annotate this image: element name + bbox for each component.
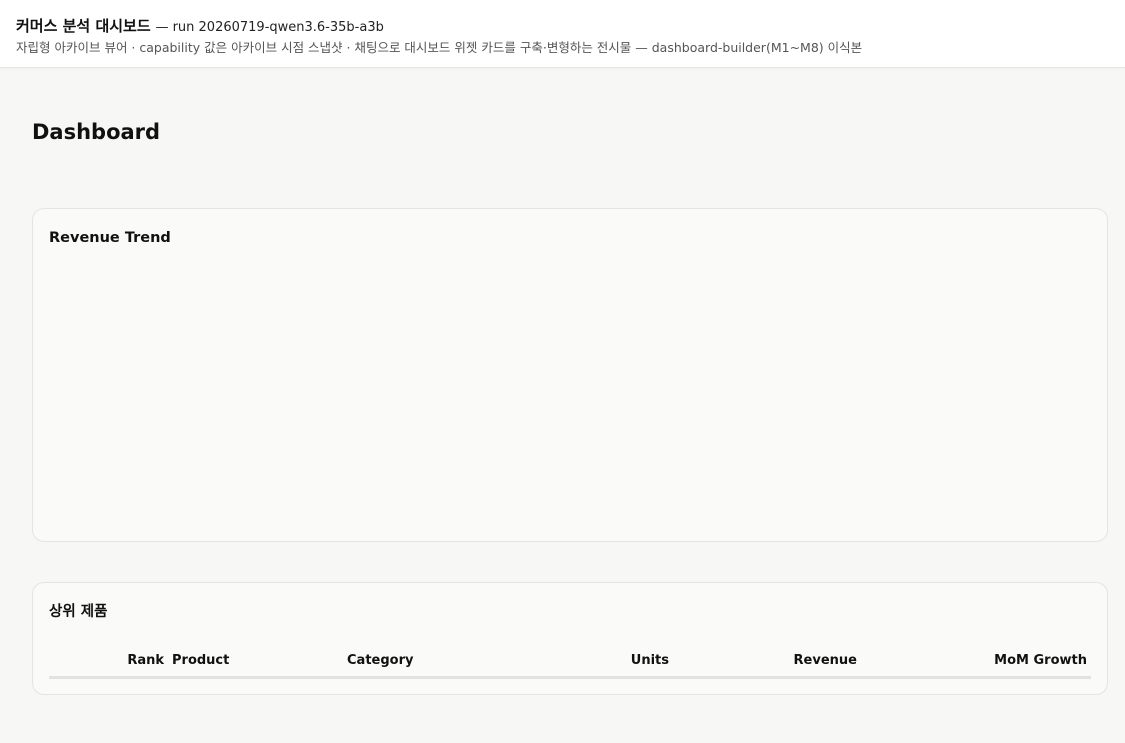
table-header-row: Rank Product Category Units Revenue MoM … <box>49 649 1091 679</box>
page-title: Dashboard <box>32 120 161 144</box>
top-products-card: 상위 제품 Rank Product Category Units Revenu… <box>32 582 1108 695</box>
column-header-revenue[interactable]: Revenue <box>673 649 861 679</box>
top-products-table: Rank Product Category Units Revenue MoM … <box>49 649 1091 679</box>
run-label: — run 20260719-qwen3.6-35b-a3b <box>155 20 384 35</box>
column-header-rank[interactable]: Rank <box>49 649 168 679</box>
app-title: 커머스 분석 대시보드 <box>16 17 151 35</box>
column-header-mom-growth[interactable]: MoM Growth <box>861 649 1091 679</box>
column-header-product[interactable]: Product <box>168 649 343 679</box>
revenue-trend-card: Revenue Trend <box>32 208 1108 542</box>
column-header-category[interactable]: Category <box>343 649 551 679</box>
top-header: 커머스 분석 대시보드 — run 20260719-qwen3.6-35b-a… <box>0 0 1125 68</box>
column-header-units[interactable]: Units <box>551 649 673 679</box>
title-line: 커머스 분석 대시보드 — run 20260719-qwen3.6-35b-a… <box>16 16 1109 38</box>
revenue-chart-area <box>49 259 1091 525</box>
revenue-trend-title: Revenue Trend <box>49 230 171 246</box>
top-products-title: 상위 제품 <box>49 604 108 620</box>
header-subtitle: 자립형 아카이브 뷰어 · capability 값은 아카이브 시점 스냅샷 … <box>16 40 863 55</box>
